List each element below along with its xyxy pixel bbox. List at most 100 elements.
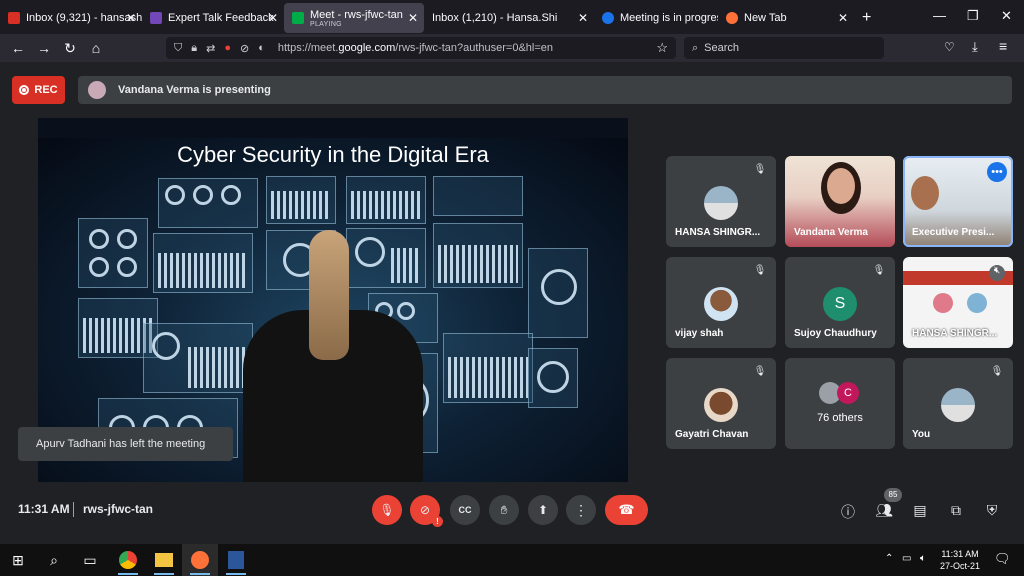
participant-avatar: C [837,382,859,404]
taskbar-time: 11:31 AM [941,549,979,559]
close-icon[interactable]: ✕ [126,11,136,25]
slide-title: Cyber Security in the Digital Era [177,142,489,167]
reload-icon[interactable]: ↻ [57,40,83,57]
menu-icon[interactable]: ≡ [999,38,1007,54]
permissions-icon[interactable]: ⇄ [206,42,215,55]
recording-indicator[interactable]: REC [12,76,65,104]
hand-icon: ✋︎ [500,502,508,517]
notification-toast: Apurv Tadhani has left the meeting [18,427,233,461]
info-icon[interactable]: ⓘ [839,502,857,522]
screen-preview-image [933,293,953,313]
mic-off-icon: 🎙︎ [872,265,886,276]
tab-outlook-inbox[interactable]: Inbox (1,210) - Hansa.Shi ✕ [424,3,594,33]
leave-call-button[interactable]: ☎︎ [605,495,648,525]
tab-meet[interactable]: Meet - rws-jfwc-tan PLAYING ✕ [284,3,424,33]
participant-avatar [704,186,738,220]
forward-arrow-icon[interactable]: → [31,40,57,56]
host-controls-icon[interactable]: ⛨ [983,502,1001,519]
present-button[interactable]: ⬆ [528,495,558,525]
back-arrow-icon[interactable]: ← [5,40,31,56]
dashboard-panel [78,218,148,288]
shield-icon[interactable]: ⛉ [174,42,182,55]
tab-expert-talk-feedback[interactable]: Expert Talk Feedback ✕ [142,3,284,33]
gmail-icon [8,12,20,24]
search-box[interactable]: ⌕ Search [684,37,884,59]
more-options-icon[interactable]: ••• [987,162,1007,182]
pocket-icon[interactable]: ♡ [944,40,955,54]
people-icon[interactable]: 👥︎ [875,502,893,519]
url-domain: google.com [338,42,396,54]
participant-tile-video[interactable]: ••• Executive Presi... [903,156,1013,247]
lock-icon[interactable]: 🔒︎ [191,42,197,55]
firefox-icon[interactable] [182,544,218,576]
meet-icon [292,12,304,24]
close-icon[interactable]: ✕ [838,11,848,25]
microphone-toggle-button[interactable]: 🎙︎ [372,495,402,525]
file-explorer-icon[interactable] [146,544,182,576]
download-icon[interactable]: ⤓ [972,39,978,55]
volume-icon[interactable]: 🔈︎ [920,553,926,564]
more-options-button[interactable]: ⋮ [566,495,596,525]
tab-gmail-inbox[interactable]: Inbox (9,321) - hansashin ✕ [0,3,142,33]
participant-name: Executive Presi... [912,227,995,238]
close-icon[interactable]: ✕ [268,11,278,25]
windows-start-icon[interactable]: ⊞ [0,544,36,576]
minimize-icon[interactable]: — [933,8,946,23]
captions-button[interactable]: CC [450,495,480,525]
autoplay-icon[interactable]: ◐ [258,42,265,54]
chrome-icon[interactable] [110,544,146,576]
home-icon[interactable]: ⌂ [83,40,109,56]
url-suffix: /rws-jfwc-tan?authuser=0&hl=en [395,42,554,54]
bookmark-star-icon[interactable]: ☆ [656,40,668,56]
close-icon[interactable]: ✕ [578,11,588,25]
webex-icon [602,12,614,24]
navigation-bar: ← → ↻ ⌂ ⛉ 🔒︎ ⇄ ● ⊘ ◐ https://meet.google… [0,34,1024,62]
firefox-icon [726,12,738,24]
tab-title: Inbox (9,321) - hansashin [26,12,142,24]
captions-icon: CC [458,505,472,515]
task-view-icon[interactable]: ▭ [72,544,108,576]
word-icon[interactable] [218,544,254,576]
tab-webex-meeting[interactable]: Meeting is in progress... [594,3,718,33]
forms-icon [150,12,162,24]
tab-title: New Tab [744,12,787,24]
tab-playing-label: PLAYING [310,20,342,28]
notification-icon[interactable]: 🗨︎ [994,551,1011,567]
microphone-icon[interactable]: ● [224,42,231,54]
participant-name: vijay shah [675,328,724,339]
mic-off-icon: 🎙︎ [379,503,395,517]
participant-tile[interactable]: 🎙︎ Gayatri Chavan [666,358,776,449]
tab-new-tab[interactable]: New Tab ✕ [718,3,854,33]
chevron-up-icon[interactable]: ⌃ [885,553,893,564]
url-bar[interactable]: ⛉ 🔒︎ ⇄ ● ⊘ ◐ https://meet.google.com/rws… [166,37,676,59]
dashboard-panel [528,248,588,338]
taskbar-clock[interactable]: 11:31 AM 27-Oct-21 [938,548,982,572]
dashboard-panel [433,223,523,288]
mic-off-icon: 🎙︎ [753,265,767,276]
tab-title: Inbox (1,210) - Hansa.Shi [432,12,558,24]
window-close-icon[interactable]: ✕ [1001,8,1012,24]
chat-icon[interactable]: ▤ [911,502,929,519]
participant-tile[interactable]: 🎙︎ HANSA SHINGR... [666,156,776,247]
search-placeholder: Search [704,42,740,54]
present-screen-icon: ⬆ [537,503,549,517]
search-icon[interactable]: ⌕ [36,544,72,576]
participant-tile[interactable]: 🎙︎ S Sujoy Chaudhury [785,257,895,348]
dashboard-panel [443,333,533,403]
presenter-avatar [88,81,106,99]
meet-area: REC Vandana Verma is presenting Cyber Se… [0,62,1024,544]
new-tab-button[interactable]: + [854,3,884,33]
participant-tile-video[interactable]: Vandana Verma [785,156,895,247]
activities-icon[interactable]: ⧉ [947,502,965,519]
close-icon[interactable]: ✕ [408,11,418,25]
network-icon[interactable]: ▭ [902,553,911,564]
participant-tile[interactable]: 🎙︎ vijay shah [666,257,776,348]
participant-tile-self[interactable]: 🎙︎ You [903,358,1013,449]
camera-blocked-icon[interactable]: ⊘ [240,42,249,55]
meeting-time: 11:31 AM [18,502,70,516]
participant-tile-screen[interactable]: 🔇︎ HANSA SHINGR... [903,257,1013,348]
raise-hand-button[interactable]: ✋︎ [489,495,519,525]
meeting-code: rws-jfwc-tan [83,502,154,516]
restore-icon[interactable]: ❐ [967,8,979,24]
participant-tile-others[interactable]: C 76 others [785,358,895,449]
